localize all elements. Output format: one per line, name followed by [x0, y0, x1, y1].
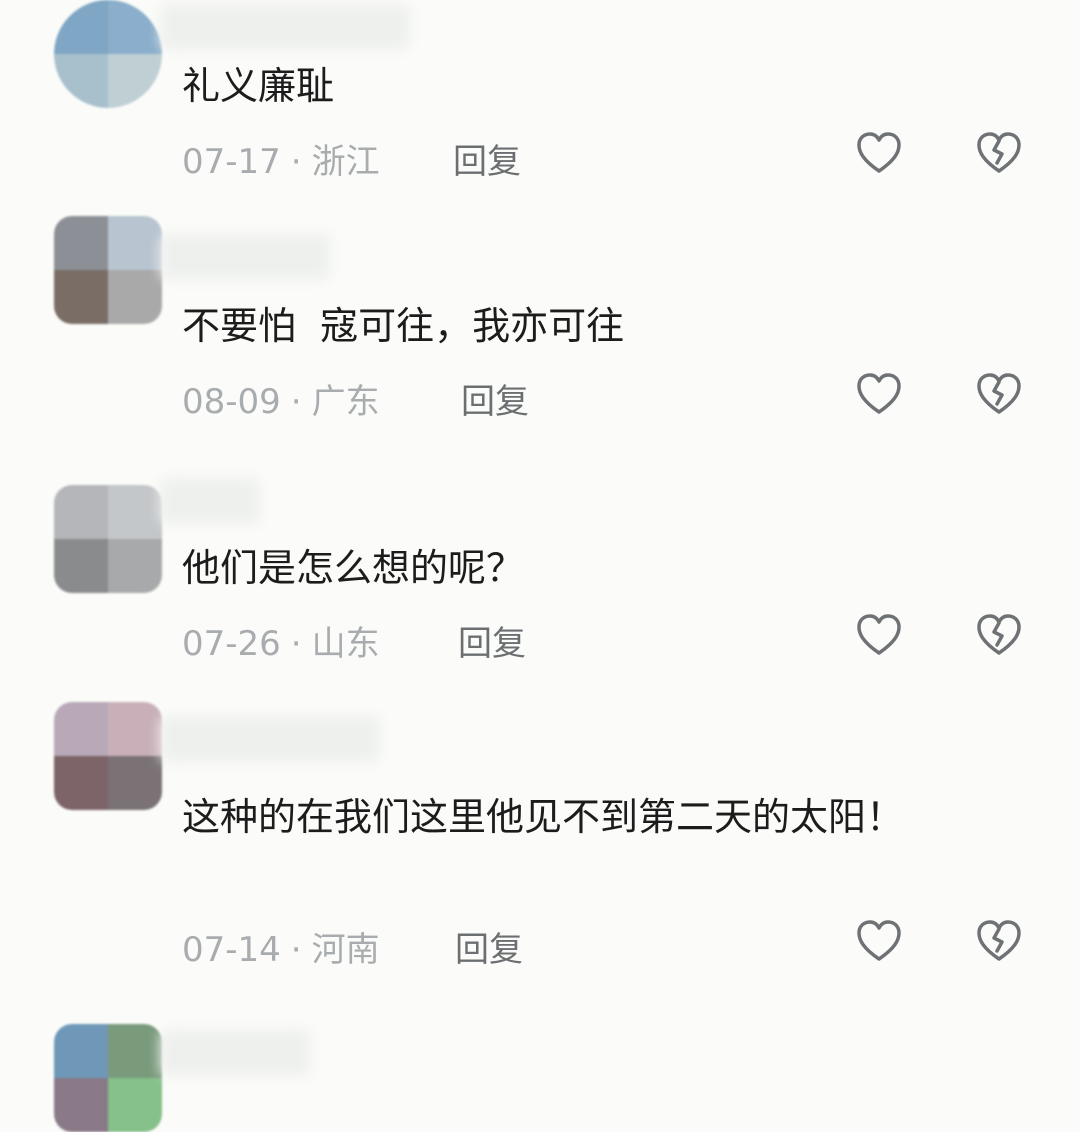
separator: · [290, 624, 302, 664]
avatar[interactable] [54, 0, 162, 108]
comment-date: 07-26 [182, 624, 281, 664]
broken-heart-icon[interactable] [975, 371, 1023, 419]
username[interactable] [160, 478, 260, 524]
comment-text: 他们是怎么想的呢？ [182, 546, 525, 590]
username[interactable] [160, 234, 330, 280]
comment-meta: 08-09 · 广东 [182, 374, 380, 423]
broken-heart-icon[interactable] [975, 612, 1023, 660]
comment-date: 08-09 [182, 382, 281, 422]
comment-meta: 07-17 · 浙江 [182, 134, 380, 183]
comment-region: 河南 [311, 930, 380, 970]
avatar[interactable] [54, 216, 162, 324]
separator: · [290, 382, 302, 422]
separator: · [290, 930, 302, 970]
heart-outline-icon[interactable] [855, 918, 903, 966]
username[interactable] [160, 1030, 310, 1076]
comment-date: 07-14 [182, 930, 281, 970]
comment-meta: 07-14 · 河南 [182, 922, 380, 971]
comment-text: 礼义廉耻 [182, 64, 335, 108]
heart-outline-icon[interactable] [855, 130, 903, 178]
comment-region: 山东 [311, 624, 380, 664]
comment-region: 广东 [311, 382, 380, 422]
avatar[interactable] [54, 485, 162, 593]
username[interactable] [160, 4, 410, 50]
separator: · [290, 142, 302, 182]
comment-date: 07-17 [182, 142, 281, 182]
reply-button[interactable]: 回复 [455, 922, 523, 971]
broken-heart-icon[interactable] [975, 918, 1023, 966]
avatar[interactable] [54, 1024, 162, 1132]
comment-meta: 07-26 · 山东 [182, 616, 380, 665]
username[interactable] [160, 716, 380, 762]
heart-outline-icon[interactable] [855, 612, 903, 660]
comment-text: 这种的在我们这里他见不到第二天的太阳！ [182, 795, 905, 839]
heart-outline-icon[interactable] [855, 371, 903, 419]
reply-button[interactable]: 回复 [461, 374, 529, 423]
reply-button[interactable]: 回复 [458, 616, 526, 665]
comment-region: 浙江 [311, 142, 380, 182]
comment-text: 不要怕 寇可往，我亦可往 [182, 304, 625, 348]
broken-heart-icon[interactable] [975, 130, 1023, 178]
reply-button[interactable]: 回复 [453, 134, 521, 183]
avatar[interactable] [54, 702, 162, 810]
